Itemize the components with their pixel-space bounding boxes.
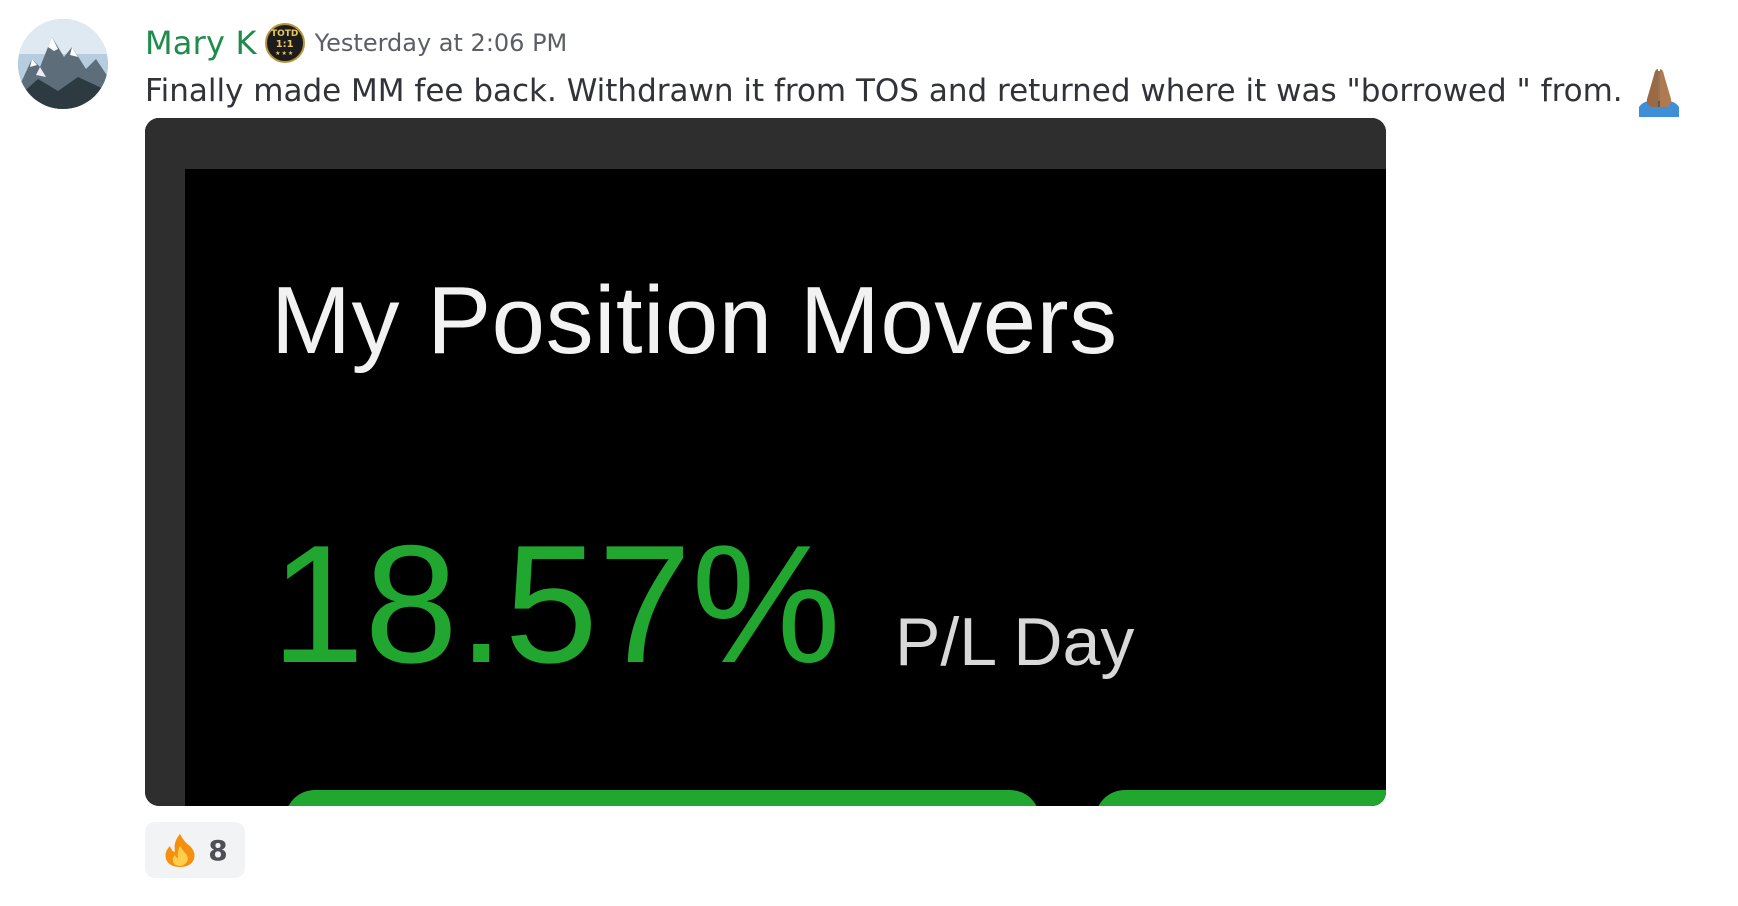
attachment-green-pill	[1095, 790, 1386, 806]
attachment-pl-value: 18.57%	[271, 510, 841, 698]
message-timestamp[interactable]: Yesterday at 2:06 PM	[315, 29, 568, 57]
message-text: Finally made MM fee back. Withdrawn it f…	[145, 73, 1623, 109]
attachment-title: My Position Movers	[271, 267, 1118, 374]
attachment-pl-unit: P/L Day	[895, 604, 1135, 680]
reaction-button[interactable]: 8	[145, 822, 245, 878]
message-content: Finally made MM fee back. Withdrawn it f…	[145, 68, 1687, 117]
attachment-left-bar	[145, 118, 185, 806]
role-badge-stars: ★★★	[275, 49, 295, 57]
role-badge-line1: TOTD	[270, 28, 299, 39]
attachment-panel	[185, 169, 1386, 806]
attachment-top-bar	[145, 118, 1386, 169]
attachment-green-pill	[285, 790, 1040, 806]
image-attachment[interactable]: My Position Movers 18.57% P/L Day	[145, 118, 1386, 806]
folded-hands-icon	[1638, 69, 1679, 117]
user-avatar[interactable]	[18, 19, 108, 109]
message-header: Mary K TOTD 1:1 ★★★ Yesterday at 2:06 PM	[145, 20, 567, 66]
fire-icon	[165, 834, 195, 867]
author-name[interactable]: Mary K	[145, 24, 257, 62]
reaction-count: 8	[208, 833, 228, 867]
mountain-avatar-icon	[18, 19, 108, 109]
role-badge-icon[interactable]: TOTD 1:1 ★★★	[264, 23, 305, 63]
role-badge-line2: 1:1	[275, 38, 294, 50]
chat-message: Mary K TOTD 1:1 ★★★ Yesterday at 2:06 PM…	[0, 0, 1738, 906]
